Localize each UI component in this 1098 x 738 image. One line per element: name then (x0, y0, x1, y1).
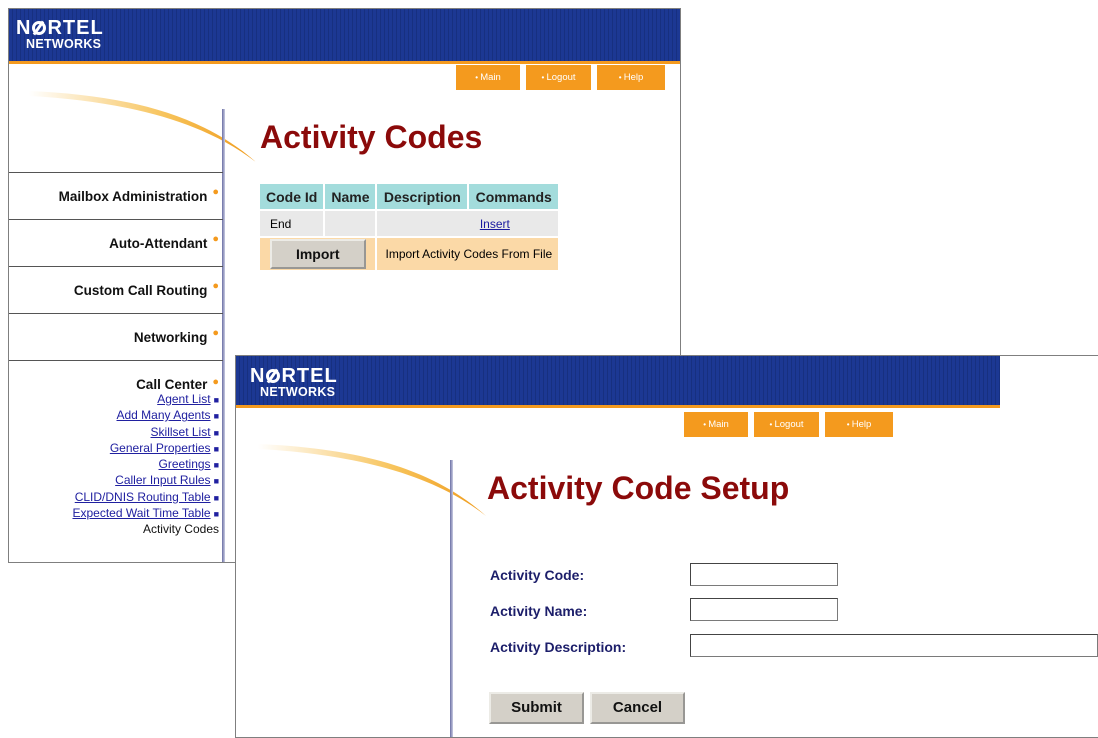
cell-import-text: Import Activity Codes From File (376, 236, 561, 270)
sidebar-item-networking[interactable]: Networking ● (9, 313, 223, 360)
submenu-item[interactable]: Greetings ■ (9, 457, 219, 473)
activity-codes-table: Code Id Name Description Commands End In… (260, 184, 561, 270)
bullet-icon: ● (212, 186, 219, 198)
column-header: Code Id (260, 184, 326, 210)
nav-logout-button[interactable]: Logout (526, 65, 591, 90)
submit-button[interactable]: Submit (489, 692, 584, 724)
column-header: Commands (468, 184, 561, 210)
header-accent-line (9, 61, 680, 64)
nortel-logo: N RTEL NETWORKS (250, 365, 338, 399)
column-header: Name (324, 184, 378, 210)
import-button[interactable]: Import (269, 239, 366, 269)
nav-main-button[interactable]: Main (684, 412, 748, 437)
bullet-icon: ● (212, 233, 219, 245)
submenu-item[interactable]: Caller Input Rules ■ (9, 473, 219, 489)
bullet-icon: ● (212, 376, 219, 388)
activity-description-label: Activity Description: (490, 639, 627, 655)
activity-code-input[interactable] (690, 563, 838, 586)
submenu-item[interactable]: Agent List ■ (9, 392, 219, 408)
nav-logout-button[interactable]: Logout (754, 412, 819, 437)
header-banner (236, 356, 1000, 405)
sidebar-divider (450, 460, 453, 737)
nortel-logo: N RTEL NETWORKS (16, 17, 104, 51)
submenu-item[interactable]: Add Many Agents ■ (9, 408, 220, 424)
sidebar-item-auto-attendant[interactable]: Auto-Attendant ● (9, 219, 223, 266)
activity-code-setup-window: NRTEL NETWORKS Main Logout Help Activity… (235, 355, 1098, 738)
header-banner (9, 9, 680, 61)
page-title: Activity Code Setup (487, 470, 790, 506)
logo-globe-icon (32, 21, 47, 35)
sidebar-item-mailbox-administration[interactable]: Mailbox Administration ● (9, 172, 223, 219)
submenu-item[interactable]: Expected Wait Time Table ■ (9, 506, 219, 522)
sidebar-item-custom-call-routing[interactable]: Custom Call Routing ● (9, 266, 223, 313)
cell-name (324, 209, 378, 237)
table-header-row: Code Id Name Description Commands (260, 184, 561, 210)
import-row: Import Import Activity Codes From File (260, 236, 561, 270)
submenu-item[interactable]: Skillset List ■ (9, 425, 219, 441)
activity-code-label: Activity Code: (490, 567, 585, 583)
submenu-item-current: Activity Codes (142, 522, 219, 537)
sidebar-section-call-center: Call Center ● Agent List ■ Add Many Agents… (9, 360, 223, 538)
activity-name-label: Activity Name: (490, 603, 588, 619)
insert-link[interactable]: Insert (480, 217, 510, 231)
cell-import-button: Import (260, 236, 378, 270)
swoosh-graphic (258, 444, 486, 516)
nav-help-button[interactable]: Help (825, 412, 893, 437)
logo-globe-icon (266, 369, 281, 383)
sidebar-menu: Mailbox Administration ● Auto-Attendant ● … (9, 172, 223, 538)
cell-code-id: End (260, 209, 326, 237)
cancel-button[interactable]: Cancel (590, 692, 685, 724)
nav-help-button[interactable]: Help (597, 65, 665, 90)
submenu-item[interactable]: General Properties ■ (9, 441, 219, 457)
sidebar-item-call-center[interactable]: Call Center ● (9, 376, 219, 392)
cell-command: Insert (376, 209, 561, 237)
activity-description-input[interactable] (690, 634, 1098, 657)
top-nav: Main Logout Help (456, 65, 665, 90)
column-header: Description (376, 184, 470, 210)
header-accent-line (236, 405, 1000, 408)
activity-name-input[interactable] (690, 598, 838, 621)
swoosh-graphic (29, 91, 257, 163)
bullet-icon: ● (212, 327, 219, 339)
nav-main-button[interactable]: Main (456, 65, 520, 90)
submenu-item[interactable]: CLID/DNIS Routing Table ■ (9, 490, 219, 506)
table-row: End Insert (260, 209, 561, 237)
top-nav: Main Logout Help (684, 412, 893, 437)
page-title: Activity Codes (260, 119, 483, 155)
bullet-icon: ● (212, 280, 219, 292)
